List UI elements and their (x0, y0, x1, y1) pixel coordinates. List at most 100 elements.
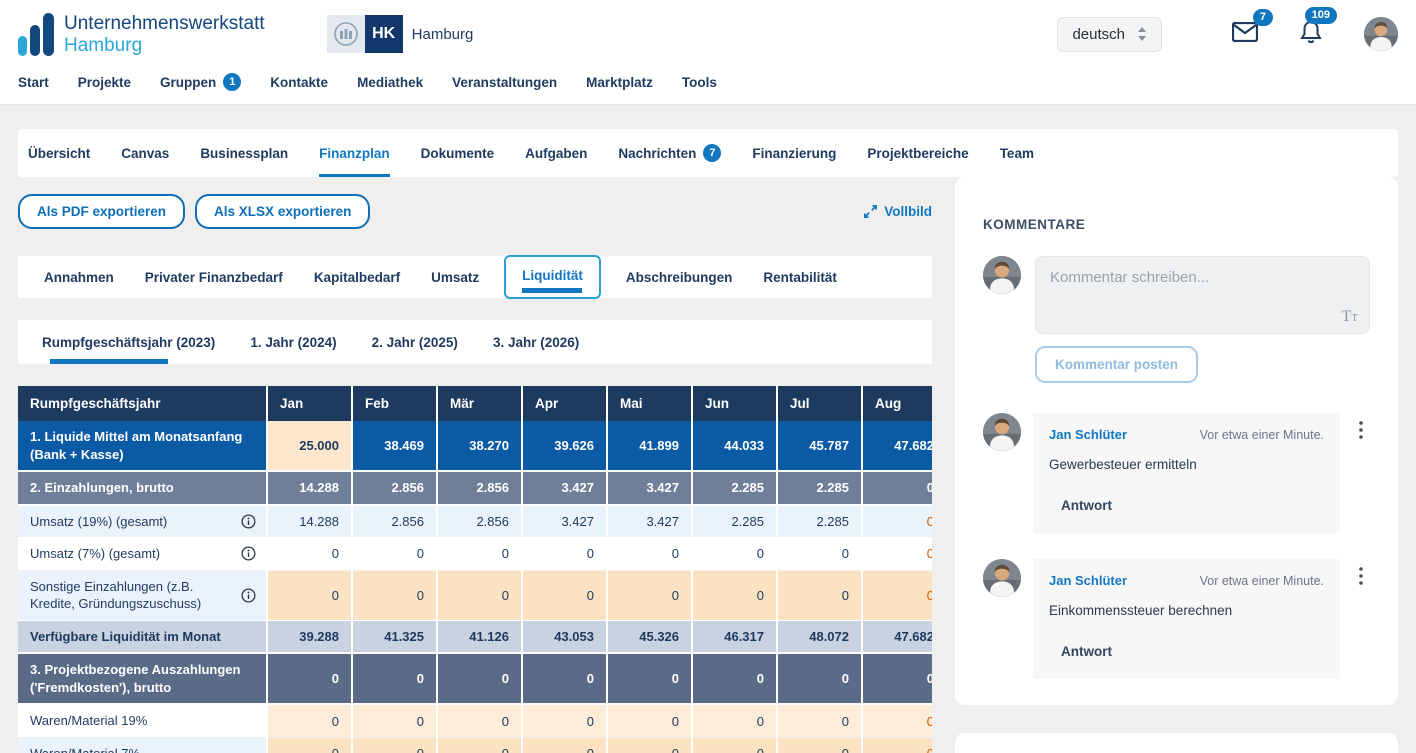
value-cell-mai[interactable]: 0 (607, 737, 693, 753)
expand-icon (864, 205, 878, 218)
value-cell-jul[interactable]: 0 (777, 570, 863, 621)
text-format-icon[interactable]: TT (1341, 308, 1358, 326)
value-cell-jun[interactable]: 0 (692, 737, 778, 753)
project-tab-nachrichten[interactable]: Nachrichten 7 (618, 129, 722, 177)
kebab-menu-icon[interactable] (1352, 413, 1370, 533)
crest-icon (326, 15, 365, 53)
year-tab-2-jahr-2025[interactable]: 2. Jahr (2025) (372, 320, 458, 364)
comment-author-link[interactable]: Jan Schlüter (1049, 427, 1127, 442)
language-select[interactable]: deutsch (1057, 16, 1162, 52)
project-tab-finanzplan[interactable]: Finanzplan (319, 129, 390, 177)
nav-item-tools[interactable]: Tools (682, 73, 717, 91)
value-cell-jul: 2.285 (777, 471, 863, 506)
value-cell-mär[interactable]: 0 (437, 704, 523, 739)
comment-input[interactable] (1035, 256, 1370, 334)
value-cell-jan[interactable]: 0 (267, 737, 353, 753)
nav-item-start[interactable]: Start (18, 73, 49, 91)
nav-item-gruppen[interactable]: Gruppen 1 (160, 73, 242, 91)
project-tab-team[interactable]: Team (1000, 129, 1034, 177)
month-header-jul: Jul (777, 386, 863, 421)
project-tab-label: Team (999, 145, 1034, 161)
value-cell-mai: 45.326 (607, 620, 693, 655)
value-cell-aug: 0 (862, 653, 932, 706)
value-cell-feb[interactable]: 0 (352, 570, 438, 621)
project-tab-projektbereiche[interactable]: Projektbereiche (867, 129, 968, 177)
value-cell-jan[interactable]: 25.000 (267, 421, 353, 473)
brand-logo[interactable]: Unternehmenswerkstatt Hamburg (18, 12, 265, 56)
project-tab-businessplan[interactable]: Businessplan (200, 129, 288, 177)
nav-item-mediathek[interactable]: Mediathek (357, 73, 423, 91)
export-pdf-button[interactable]: Als PDF exportieren (18, 194, 186, 229)
sort-arrows-icon (1138, 27, 1146, 41)
plan-tab-annahmen[interactable]: Annahmen (44, 270, 114, 285)
value-cell-mär[interactable]: 0 (437, 570, 523, 621)
plan-tab-abschreibungen[interactable]: Abschreibungen (626, 270, 733, 285)
value-cell-feb: 2.856 (352, 471, 438, 506)
messages-button[interactable]: 7 (1231, 8, 1273, 47)
fullscreen-link[interactable]: Vollbild (863, 204, 932, 219)
value-cell-jun[interactable]: 0 (692, 704, 778, 739)
project-tab-übersicht[interactable]: Übersicht (28, 129, 90, 177)
value-cell-feb[interactable]: 0 (352, 737, 438, 753)
notifications-button[interactable]: 109 (1300, 6, 1337, 49)
value-cell-mai[interactable]: 0 (607, 570, 693, 621)
export-toolbar: Als PDF exportieren Als XLSX exportieren… (18, 194, 932, 229)
value-cell-feb[interactable]: 0 (352, 704, 438, 739)
value-cell-jul[interactable]: 0 (777, 704, 863, 739)
post-comment-button[interactable]: Kommentar posten (1035, 346, 1199, 383)
comment-timestamp: Vor etwa einer Minute. (1199, 573, 1324, 588)
value-cell-jul: 2.285 (777, 504, 863, 539)
comment-author-link[interactable]: Jan Schlüter (1049, 573, 1127, 588)
plan-tab-liquidität[interactable]: Liquidität (504, 255, 601, 299)
info-icon[interactable] (235, 546, 256, 561)
comment-reply-link[interactable]: Antwort (1061, 498, 1112, 513)
row-label-text: 1. Liquide Mittel am Monatsanfang (Bank … (30, 429, 243, 462)
row-label-text: Waren/Material 7% (30, 745, 140, 753)
kebab-menu-icon[interactable] (1352, 559, 1370, 679)
year-tab-label: 2. Jahr (2025) (371, 334, 458, 350)
plan-tab-umsatz[interactable]: Umsatz (431, 270, 479, 285)
nav-item-projekte[interactable]: Projekte (78, 73, 131, 91)
export-xlsx-button[interactable]: Als XLSX exportieren (195, 194, 371, 229)
project-tab-canvas[interactable]: Canvas (121, 129, 169, 177)
plan-tab-rentabilität[interactable]: Rentabilität (763, 270, 837, 285)
project-tab-dokumente[interactable]: Dokumente (421, 129, 495, 177)
value-cell-jul: 48.072 (777, 620, 863, 655)
year-tab-bar: Rumpfgeschäftsjahr (2023) 1. Jahr (2024) 2… (18, 320, 932, 364)
value-cell-apr[interactable]: 0 (522, 704, 608, 739)
year-tab-3-jahr-2026[interactable]: 3. Jahr (2026) (493, 320, 579, 364)
project-tab-label: Finanzierung (752, 145, 837, 161)
value-cell-apr: 0 (522, 653, 608, 706)
user-avatar[interactable] (1364, 17, 1398, 51)
value-cell-aug[interactable]: 0 (862, 737, 932, 753)
project-tab-bar: Übersicht Canvas Businessplan Finanzplan Dok… (18, 129, 1398, 177)
nav-item-marktplatz[interactable]: Marktplatz (586, 73, 653, 91)
plan-tab-privater-finanzbedarf[interactable]: Privater Finanzbedarf (145, 270, 283, 285)
value-cell-jul[interactable]: 0 (777, 737, 863, 753)
info-icon[interactable] (235, 514, 256, 529)
value-cell-jan[interactable]: 0 (267, 570, 353, 621)
value-cell-apr[interactable]: 0 (522, 737, 608, 753)
plan-tab-kapitalbedarf[interactable]: Kapitalbedarf (314, 270, 400, 285)
value-cell-mai[interactable]: 0 (607, 704, 693, 739)
year-tab-1-jahr-2024[interactable]: 1. Jahr (2024) (250, 320, 336, 364)
hk-logo: HK (364, 15, 403, 53)
project-tab-finanzierung[interactable]: Finanzierung (752, 129, 836, 177)
value-cell-mai: 0 (607, 653, 693, 706)
value-cell-apr[interactable]: 0 (522, 570, 608, 621)
year-tab-rumpfgeschäftsjahr-2023[interactable]: Rumpfgeschäftsjahr (2023) (42, 320, 215, 364)
row-label: Sonstige Einzahlungen (z.B. Kredite, Grü… (18, 570, 268, 621)
value-cell-aug[interactable]: 0 (862, 704, 932, 739)
nav-item-veranstaltungen[interactable]: Veranstaltungen (452, 73, 557, 91)
envelope-icon (1231, 21, 1259, 42)
value-cell-jan[interactable]: 0 (267, 704, 353, 739)
value-cell-aug[interactable]: 0 (862, 570, 932, 621)
brand-line1: Unternehmenswerkstatt (64, 13, 265, 35)
nav-item-kontakte[interactable]: Kontakte (270, 73, 328, 91)
person-photo-icon (983, 559, 1021, 597)
info-icon[interactable] (235, 588, 256, 603)
comment-reply-link[interactable]: Antwort (1061, 644, 1112, 659)
value-cell-jun[interactable]: 0 (692, 570, 778, 621)
value-cell-mär[interactable]: 0 (437, 737, 523, 753)
project-tab-aufgaben[interactable]: Aufgaben (525, 129, 587, 177)
